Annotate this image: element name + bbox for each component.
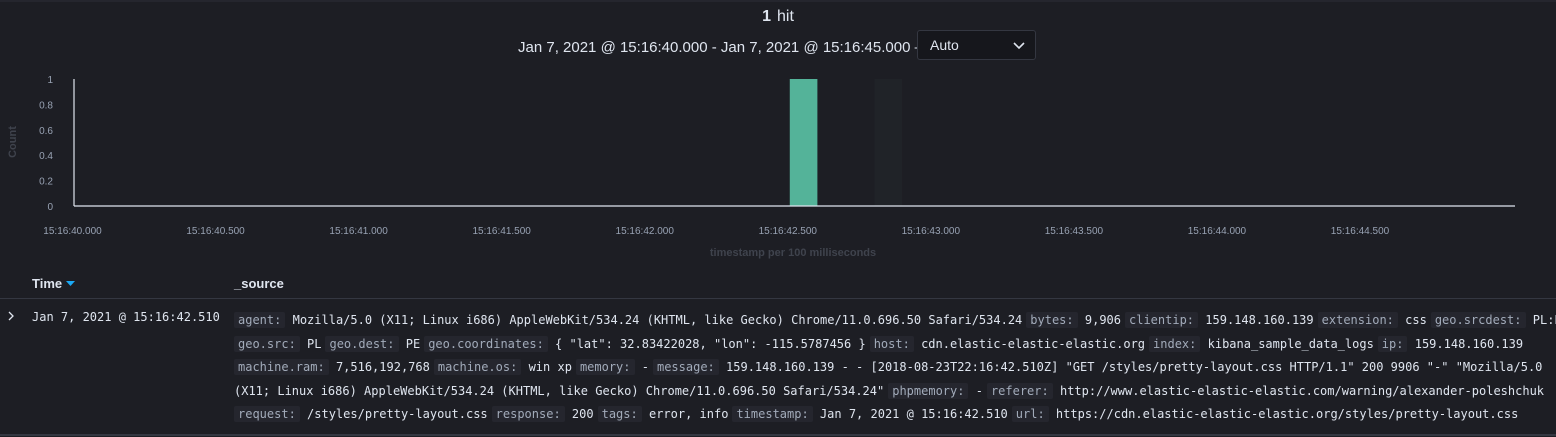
field-key: tags: bbox=[597, 406, 642, 423]
source-line: request: /styles/pretty-layout.css respon… bbox=[234, 403, 1556, 427]
field-value: 200 bbox=[571, 407, 594, 422]
field-key: clientip: bbox=[1125, 312, 1199, 328]
field-value: PL bbox=[307, 336, 322, 351]
hit-label: hit bbox=[777, 8, 794, 25]
field-key: index: bbox=[1149, 335, 1201, 352]
table-header: Time _source bbox=[0, 276, 1556, 296]
field-value: win xp bbox=[528, 360, 572, 375]
y-tick-label: 0.8 bbox=[39, 100, 53, 111]
field-value: http://www.elastic-elastic-elastic.com/w… bbox=[1059, 383, 1545, 398]
field-key: machine.ram: bbox=[234, 359, 329, 376]
field-value: 7,516,192,768 bbox=[335, 360, 430, 375]
x-tick-label: 15:16:40.000 bbox=[43, 226, 102, 237]
y-axis-label: Count bbox=[7, 126, 19, 158]
x-tick-label: 15:16:41.500 bbox=[472, 226, 531, 237]
field-key: extension: bbox=[1317, 312, 1398, 328]
source-line: machine.ram: 7,516,192,768 machine.os: wi… bbox=[234, 356, 1556, 380]
field-value: 159.148.160.139 bbox=[1414, 336, 1524, 351]
column-label-time: Time bbox=[32, 276, 63, 291]
x-tick-label: 15:16:43.500 bbox=[1045, 226, 1104, 237]
field-key: geo.coordinates: bbox=[424, 335, 548, 352]
x-tick-label: 15:16:42.000 bbox=[616, 226, 675, 237]
x-tick-label: 15:16:42.500 bbox=[759, 226, 818, 237]
field-key: geo.src: bbox=[234, 335, 300, 352]
field-key: geo.dest: bbox=[325, 335, 399, 352]
x-tick-label: 15:16:40.500 bbox=[186, 226, 245, 237]
field-value: 159.148.160.139 - - [2018-08-23T22:16:42… bbox=[726, 360, 1543, 375]
y-tick-label: 0.2 bbox=[39, 177, 53, 188]
field-key: referer: bbox=[986, 382, 1053, 399]
field-value: (X11; Linux i686) AppleWebKit/534.24 (KH… bbox=[234, 383, 885, 398]
field-key: geo.srcdest: bbox=[1430, 312, 1526, 328]
field-value: Mozilla/5.0 (X11; Linux i686) AppleWebKi… bbox=[292, 313, 1023, 327]
x-tick-label: 15:16:41.000 bbox=[329, 226, 388, 237]
y-tick-label: 0 bbox=[47, 202, 53, 213]
bar-0 bbox=[789, 79, 818, 206]
top-border bbox=[0, 0, 1556, 2]
field-value: PL:PE bbox=[1532, 313, 1556, 327]
x-tick-label: 15:16:43.000 bbox=[902, 226, 961, 237]
column-header-time[interactable]: Time bbox=[32, 276, 76, 291]
field-key: url: bbox=[1011, 406, 1049, 423]
field-key: response: bbox=[491, 406, 565, 423]
source-line: (X11; Linux i686) AppleWebKit/534.24 (KH… bbox=[234, 380, 1556, 404]
hit-count-display: 1 hit bbox=[0, 8, 1556, 26]
field-key: agent: bbox=[234, 312, 286, 328]
row-timestamp[interactable]: Jan 7, 2021 @ 15:16:42.510 bbox=[32, 310, 220, 324]
field-value: 9,906 bbox=[1084, 313, 1121, 327]
field-value: PE bbox=[405, 336, 421, 351]
field-value: cdn.elastic-elastic-elastic.org bbox=[921, 336, 1146, 351]
field-value: error, info bbox=[648, 407, 729, 422]
y-tick-label: 0.6 bbox=[39, 126, 53, 137]
x-tick-label: 15:16:44.000 bbox=[1188, 226, 1247, 237]
table-bottom-border bbox=[0, 434, 1556, 436]
histogram-chart[interactable]: 0 0.2 0.4 0.6 0.8 1 15:16:40.000 15:16:40.500 15… bbox=[0, 66, 1556, 264]
highlight-bucket bbox=[874, 79, 903, 206]
field-value: - bbox=[641, 360, 649, 375]
field-value: kibana_sample_data_logs bbox=[1207, 336, 1374, 351]
field-key: machine.os: bbox=[433, 359, 522, 376]
y-tick-label: 1 bbox=[47, 75, 53, 86]
chevron-down-icon bbox=[1013, 42, 1025, 50]
hit-count: 1 bbox=[762, 8, 771, 25]
time-range-row: Jan 7, 2021 @ 15:16:40.000 - Jan 7, 2021… bbox=[518, 32, 934, 62]
x-tick-label: 15:16:44.500 bbox=[1331, 226, 1390, 237]
interval-value: Auto bbox=[930, 37, 959, 53]
field-key: memory: bbox=[575, 359, 635, 376]
document-source: agent: Mozilla/5.0 (X11; Linux i686) App… bbox=[234, 309, 1556, 427]
table-divider bbox=[0, 298, 1556, 299]
source-line: agent: Mozilla/5.0 (X11; Linux i686) App… bbox=[234, 309, 1556, 333]
field-value: 159.148.160.139 bbox=[1205, 313, 1314, 327]
source-line: geo.src: PL geo.dest: PE geo.coordinates: … bbox=[234, 333, 1556, 357]
y-tick-label: 0.4 bbox=[39, 151, 53, 162]
field-value: - bbox=[975, 383, 983, 398]
field-key: ip: bbox=[1377, 335, 1408, 352]
field-value: { "lat": 32.83422028, "lon": -115.578745… bbox=[555, 336, 866, 351]
field-value: /styles/pretty-layout.css bbox=[307, 407, 488, 422]
column-header-source: _source bbox=[234, 276, 284, 291]
interval-select[interactable]: Auto bbox=[917, 30, 1036, 60]
field-key: message: bbox=[652, 359, 719, 376]
field-key: request: bbox=[234, 406, 300, 423]
field-key: timestamp: bbox=[732, 406, 813, 423]
expand-row-icon[interactable] bbox=[6, 311, 16, 321]
field-key: phpmemory: bbox=[888, 382, 969, 399]
field-value: css bbox=[1405, 313, 1427, 327]
field-key: host: bbox=[869, 335, 914, 352]
x-axis-label: timestamp per 100 milliseconds bbox=[710, 247, 876, 259]
field-value: Jan 7, 2021 @ 15:16:42.510 bbox=[819, 407, 1008, 422]
time-range-text: Jan 7, 2021 @ 15:16:40.000 - Jan 7, 2021… bbox=[518, 38, 930, 56]
field-value: https://cdn.elastic-elastic-elastic.org/… bbox=[1055, 407, 1519, 422]
sort-descending-icon[interactable] bbox=[66, 279, 76, 288]
field-key: bytes: bbox=[1026, 312, 1078, 328]
